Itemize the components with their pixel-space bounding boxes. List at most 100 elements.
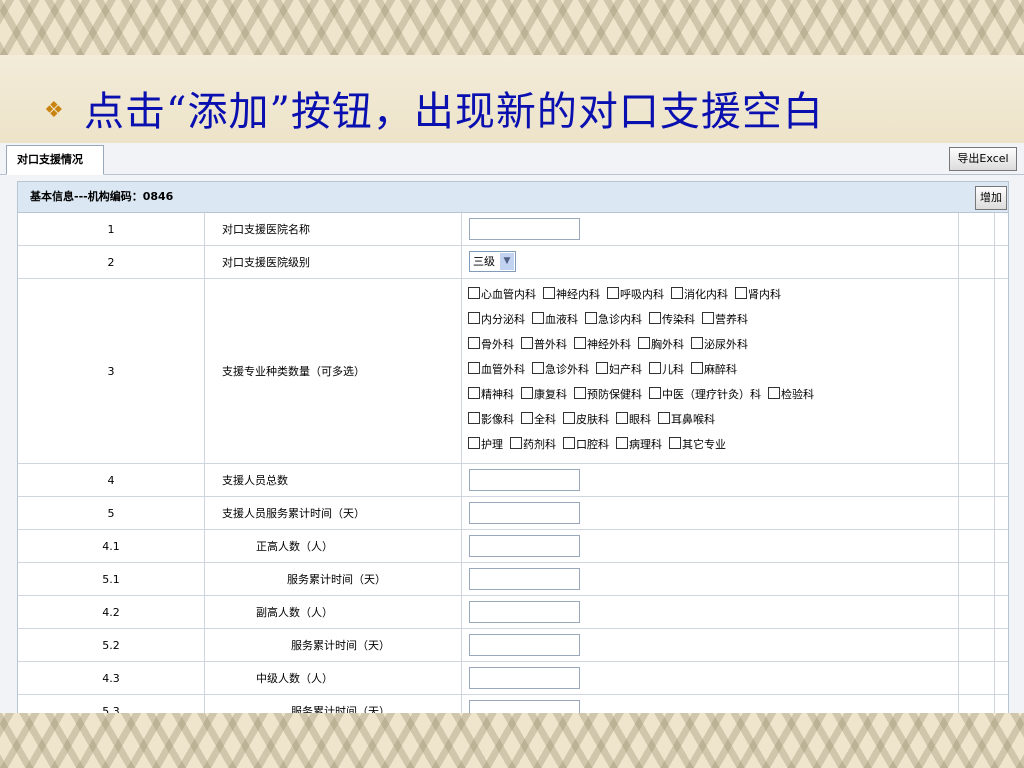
checkbox[interactable] [521,387,533,399]
hospital-name-input[interactable] [469,218,580,240]
checkbox[interactable] [691,337,703,349]
checkbox[interactable] [532,362,544,374]
specialty-checkbox[interactable]: 泌尿外科 [691,334,748,356]
checkbox[interactable] [607,287,619,299]
specialty-checkbox[interactable]: 营养科 [702,309,748,331]
checkbox[interactable] [574,337,586,349]
chevron-down-icon[interactable]: ▼ [500,253,514,270]
associate-count-input[interactable] [469,601,580,623]
checkbox[interactable] [543,287,555,299]
row-extra-cell [958,497,995,529]
checkbox[interactable] [669,437,681,449]
checkbox[interactable] [735,287,747,299]
checkbox[interactable] [691,362,703,374]
specialty-checkbox[interactable]: 影像科 [468,409,514,431]
specialty-checkbox[interactable]: 急诊内科 [585,309,642,331]
row-extra-cell [958,629,995,661]
checkbox[interactable] [585,312,597,324]
specialty-checkbox[interactable]: 耳鼻喉科 [658,409,715,431]
specialty-checkbox[interactable]: 儿科 [649,359,684,381]
checkbox[interactable] [658,412,670,424]
checkbox[interactable] [468,362,480,374]
specialty-checkbox[interactable]: 呼吸内科 [607,284,664,306]
specialty-checkbox[interactable]: 胸外科 [638,334,684,356]
add-button[interactable]: 增加 [975,186,1007,210]
checkbox[interactable] [468,312,480,324]
specialty-label: 预防保健科 [587,388,642,401]
checkbox[interactable] [596,362,608,374]
checkbox[interactable] [521,412,533,424]
specialty-checkbox[interactable]: 血液科 [532,309,578,331]
specialty-checkbox[interactable]: 内分泌科 [468,309,525,331]
row-value [462,213,959,245]
specialty-checkbox[interactable]: 检验科 [768,384,814,406]
section-header: 基本信息---机构编码：0846 增加 [18,182,1008,213]
checkbox[interactable] [468,387,480,399]
specialty-checkbox[interactable]: 康复科 [521,384,567,406]
row-number: 2 [18,246,205,278]
row-number: 3 [18,279,205,463]
specialty-checkbox[interactable]: 精神科 [468,384,514,406]
intermediate-service-days-input[interactable] [469,700,580,713]
specialty-checkbox[interactable]: 眼科 [616,409,651,431]
specialty-label: 皮肤科 [576,413,609,426]
specialty-checkbox[interactable]: 消化内科 [671,284,728,306]
checkbox[interactable] [510,437,522,449]
specialty-checkbox[interactable]: 传染科 [649,309,695,331]
checkbox[interactable] [574,387,586,399]
checkbox[interactable] [616,437,628,449]
tab-support-status[interactable]: 对口支援情况 [6,145,104,175]
specialty-checkbox[interactable]: 急诊外科 [532,359,589,381]
checkbox[interactable] [638,337,650,349]
specialty-checkbox[interactable]: 皮肤科 [563,409,609,431]
checkbox[interactable] [649,362,661,374]
specialty-checkbox[interactable]: 中医（理疗针灸）科 [649,384,761,406]
specialty-checkbox[interactable]: 护理 [468,434,503,456]
specialty-checkbox[interactable]: 药剂科 [510,434,556,456]
senior-count-input[interactable] [469,535,580,557]
specialty-checkbox[interactable]: 神经内科 [543,284,600,306]
intermediate-count-input[interactable] [469,667,580,689]
checkbox[interactable] [521,337,533,349]
specialty-checkbox[interactable]: 口腔科 [563,434,609,456]
specialty-checkbox-group: 心血管内科 神经内科 呼吸内科 消化内科 肾内科 内分泌科 血液科 急诊内科 传染科 营养科 骨… [462,279,959,463]
checkbox[interactable] [563,412,575,424]
checkbox[interactable] [468,287,480,299]
specialty-checkbox[interactable]: 骨外科 [468,334,514,356]
row-number: 5.1 [18,563,205,595]
checkbox[interactable] [649,387,661,399]
associate-service-days-input[interactable] [469,634,580,656]
specialty-checkbox[interactable]: 血管外科 [468,359,525,381]
checkbox[interactable] [468,437,480,449]
specialty-checkbox[interactable]: 全科 [521,409,556,431]
specialty-checkbox[interactable]: 麻醉科 [691,359,737,381]
row-number: 4.2 [18,596,205,628]
checkbox[interactable] [563,437,575,449]
specialty-checkbox[interactable]: 预防保健科 [574,384,642,406]
specialty-label: 内分泌科 [481,313,525,326]
hospital-level-select[interactable]: 三级 ▼ [469,251,516,272]
export-excel-button[interactable]: 导出Excel [949,147,1017,171]
checkbox[interactable] [702,312,714,324]
specialty-checkbox[interactable]: 普外科 [521,334,567,356]
checkbox[interactable] [671,287,683,299]
specialty-checkbox[interactable]: 病理科 [616,434,662,456]
specialty-checkbox[interactable]: 妇产科 [596,359,642,381]
total-service-days-input[interactable] [469,502,580,524]
specialty-label: 神经外科 [587,338,631,351]
checkbox[interactable] [649,312,661,324]
checkbox[interactable] [468,412,480,424]
specialty-checkbox[interactable]: 神经外科 [574,334,631,356]
specialty-checkbox[interactable]: 心血管内科 [468,284,536,306]
senior-service-days-input[interactable] [469,568,580,590]
table-row: 4.2 副高人数（人） [18,596,1008,629]
checkbox[interactable] [468,337,480,349]
specialty-checkbox[interactable]: 肾内科 [735,284,781,306]
checkbox[interactable] [616,412,628,424]
checkbox[interactable] [532,312,544,324]
checkbox[interactable] [768,387,780,399]
specialty-checkbox[interactable]: 其它专业 [669,434,726,456]
table-row: 3 支援专业种类数量（可多选） 心血管内科 神经内科 呼吸内科 消化内科 肾内科 内分泌… [18,279,1008,464]
specialty-label: 病理科 [629,438,662,451]
total-staff-input[interactable] [469,469,580,491]
